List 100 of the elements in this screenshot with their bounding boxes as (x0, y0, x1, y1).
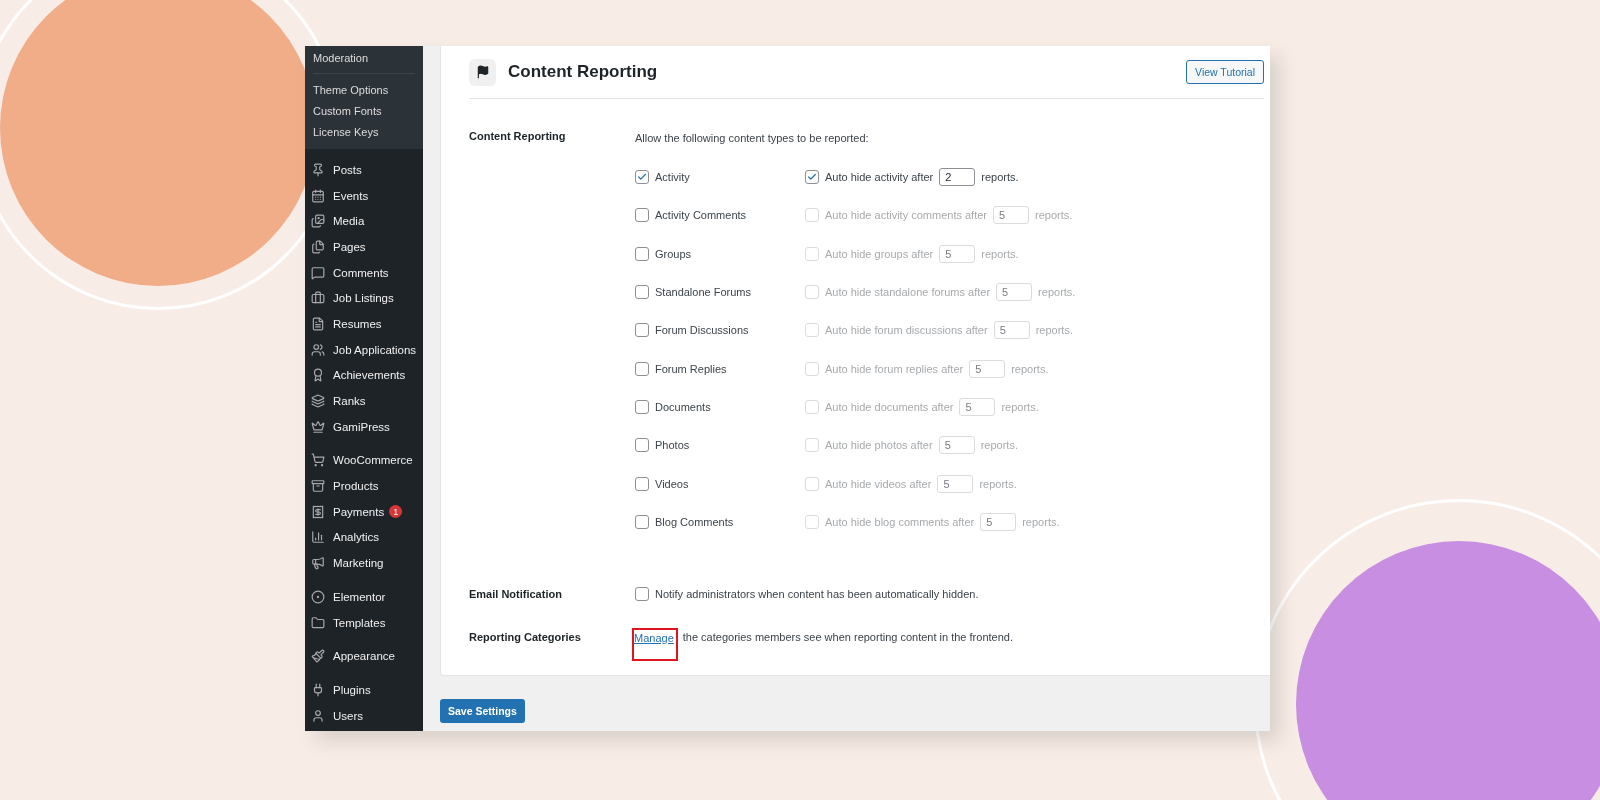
field-suffix: reports. (980, 438, 1018, 454)
view-tutorial-button[interactable]: View Tutorial (1186, 60, 1264, 84)
people-icon (311, 342, 325, 357)
menu-item[interactable]: Achievements (305, 362, 423, 389)
menu-item[interactable]: Pages (305, 234, 423, 260)
submenu-item[interactable]: Custom Fonts (305, 101, 423, 122)
menu-item[interactable]: Elementor (305, 584, 423, 610)
checkbox-label: Documents (655, 399, 711, 415)
checkbox-label: Standalone Forums (655, 285, 751, 301)
menu-item[interactable]: Media (305, 208, 423, 235)
submenu-item[interactable]: Theme Options (305, 80, 423, 101)
checkbox-label: Auto hide activity after (825, 170, 934, 186)
menu-item[interactable]: WooCommerce (305, 447, 423, 474)
field-suffix: reports. (981, 246, 1019, 262)
menu-item[interactable]: Analytics (305, 524, 423, 551)
checkbox[interactable] (635, 246, 649, 261)
flag-icon (475, 65, 490, 79)
checkbox[interactable] (635, 323, 649, 338)
checkbox[interactable] (635, 514, 649, 529)
menu-item[interactable]: Comments (305, 259, 423, 286)
checkbox-label: Groups (655, 246, 692, 262)
checkbox-label: Videos (655, 476, 689, 492)
speech-bubble-icon (311, 265, 325, 280)
field-suffix: reports. (979, 476, 1017, 492)
checkbox[interactable] (635, 438, 649, 453)
section-label: Email Notification (469, 586, 563, 602)
images-icon (311, 214, 325, 229)
checkbox-label: Auto hide groups after (825, 246, 934, 262)
count-badge: 1 (389, 505, 403, 519)
checkbox-label: Activity (655, 170, 690, 186)
menu-item[interactable]: Posts (305, 157, 423, 183)
checkbox[interactable] (635, 399, 649, 414)
checkbox[interactable] (635, 208, 649, 223)
checkbox[interactable] (805, 170, 819, 185)
manage-link[interactable]: Manage (634, 631, 674, 644)
archive-icon (311, 479, 325, 494)
menu-item[interactable]: Users (305, 702, 423, 729)
megaphone-icon (311, 556, 325, 571)
field-suffix: reports. (1038, 285, 1076, 301)
field-suffix: reports. (1001, 399, 1039, 415)
checkbox-label: Auto hide forum discussions after (825, 323, 988, 339)
pages-icon (311, 239, 325, 254)
section-description: Allow the following content types to be reported: (635, 132, 869, 144)
menu-item[interactable]: Job Listings (305, 285, 423, 312)
field-suffix: reports. (981, 170, 1019, 186)
paintbrush-icon (311, 649, 325, 664)
checkmark-icon (807, 172, 817, 183)
menu-item[interactable]: Products (305, 473, 423, 499)
description-text: the categories members see when reporting content in the frontend. (682, 630, 1013, 646)
checkbox[interactable] (635, 170, 649, 185)
checkbox-label: Photos (655, 438, 690, 454)
field-suffix: reports. (1011, 361, 1049, 377)
submenu-item[interactable]: License Keys (305, 122, 423, 143)
menu-item[interactable]: GamiPress (305, 413, 423, 440)
checkbox-label: Activity Comments (655, 208, 747, 224)
cart-icon (311, 453, 325, 468)
folder-icon (311, 615, 325, 630)
checkbox-label: Auto hide activity comments after (825, 208, 987, 224)
briefcase-icon (311, 291, 325, 306)
checkbox-label: Auto hide documents after (825, 399, 954, 415)
pin-icon (311, 162, 325, 177)
menu-item[interactable]: Appearance (305, 643, 423, 670)
menu-item[interactable]: Ranks (305, 388, 423, 414)
save-settings-button[interactable]: Save Settings (440, 699, 525, 723)
checkmark-icon (637, 172, 647, 183)
crown-icon (311, 419, 325, 434)
field-suffix: reports. (1035, 323, 1073, 339)
number-field[interactable]: 2 (939, 168, 976, 187)
menu-item[interactable]: Events (305, 182, 423, 209)
menu-item[interactable]: Plugins (305, 677, 423, 703)
checkbox-label: Forum Discussions (655, 323, 749, 339)
checkbox[interactable] (635, 361, 649, 376)
page-title: Content Reporting (508, 62, 659, 82)
section-label: Reporting Categories (469, 629, 582, 645)
plug-icon (311, 682, 325, 697)
document-icon (311, 316, 325, 331)
field-suffix: reports. (1022, 514, 1060, 530)
receipt-icon (311, 504, 325, 519)
menu-item[interactable]: Payments 1 (305, 498, 423, 525)
checkbox-label: Auto hide forum replies after (825, 361, 964, 377)
submenu-item[interactable]: Moderation (313, 48, 415, 74)
checkbox-label: Auto hide videos after (825, 476, 932, 492)
checkbox-label: Auto hide photos after (825, 438, 933, 454)
circle-icon (311, 589, 325, 604)
section-label: Content Reporting (469, 129, 567, 144)
menu-item[interactable]: Resumes (305, 311, 423, 337)
checkbox-label: Auto hide standalone forums after (825, 285, 991, 301)
checkbox[interactable] (635, 285, 649, 300)
checkbox[interactable] (635, 586, 649, 601)
menu-item[interactable]: Templates (305, 609, 423, 636)
checkbox-label: Auto hide blog comments after (825, 514, 975, 530)
bar-chart-icon (311, 530, 325, 545)
stack-icon (311, 394, 325, 409)
checkbox-label: Forum Replies (655, 361, 727, 377)
checkbox-label: Blog Comments (655, 514, 734, 530)
checkbox[interactable] (635, 476, 649, 491)
calendar-icon (311, 188, 325, 203)
menu-item[interactable]: Job Applications (305, 336, 423, 363)
menu-item[interactable]: Marketing (305, 550, 423, 576)
field-suffix: reports. (1035, 208, 1073, 224)
